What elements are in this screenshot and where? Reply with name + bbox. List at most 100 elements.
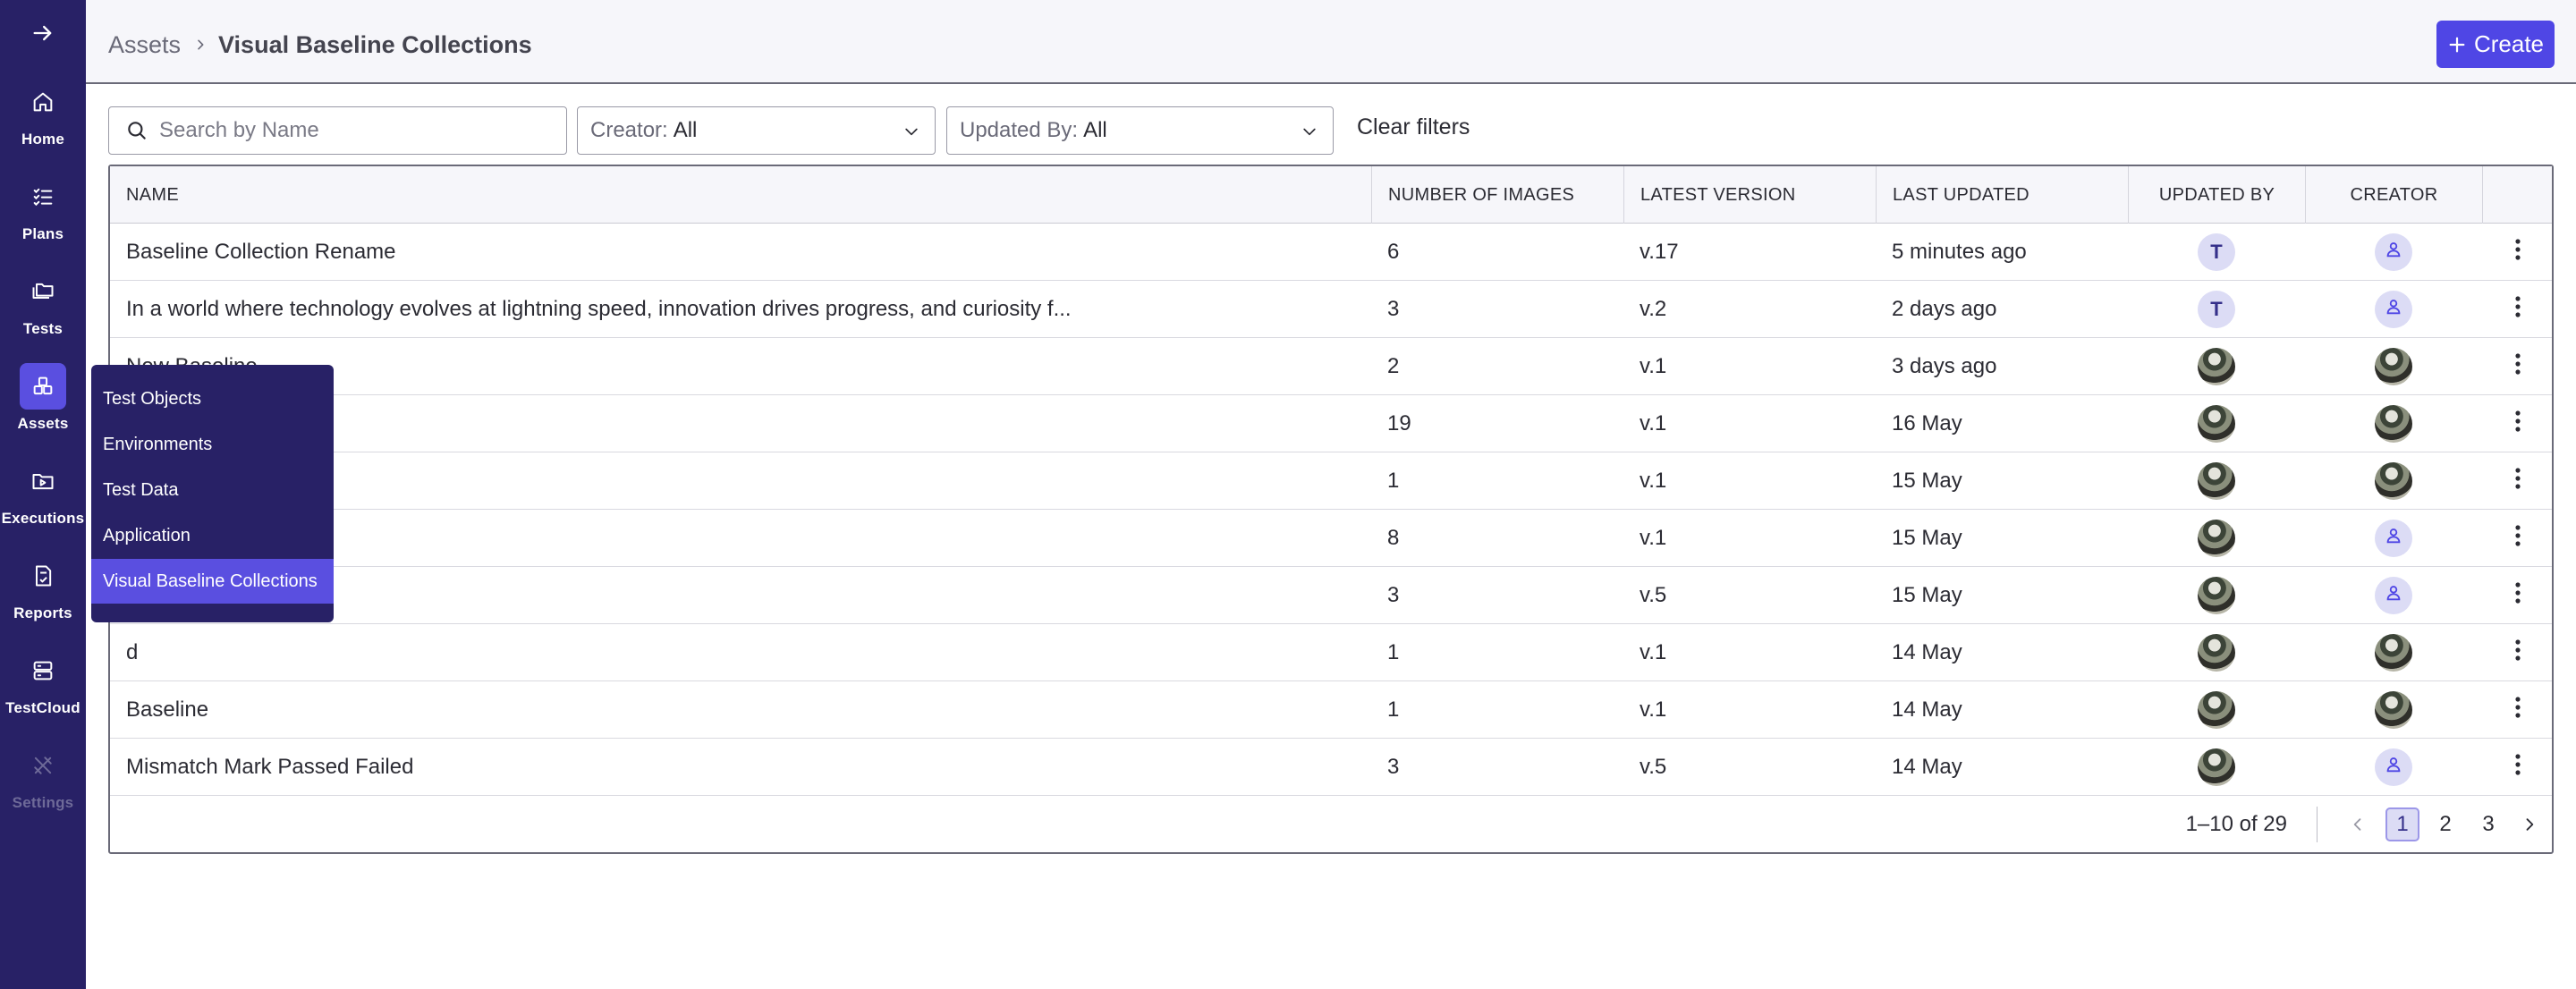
table-row[interactable]: d 1 v.1 14 May bbox=[110, 624, 2552, 681]
photo-avatar bbox=[2198, 691, 2235, 729]
flyout-item-test-data[interactable]: Test Data bbox=[91, 468, 334, 512]
updated-by-filter-label: Updated By: bbox=[960, 118, 1079, 142]
updated-by-filter-dropdown[interactable]: Updated By: All bbox=[946, 106, 1334, 155]
sidebar-item-reports[interactable]: Reports bbox=[0, 553, 86, 642]
cell-images: 2 bbox=[1387, 354, 1400, 378]
cell-actions bbox=[2482, 739, 2554, 796]
sidebar-item-tests[interactable]: Tests bbox=[0, 268, 86, 358]
flyout-item-environments[interactable]: Environments bbox=[91, 422, 334, 467]
sidebar-item-label: Home bbox=[21, 131, 65, 148]
sidebar-item-label: Executions bbox=[1, 510, 85, 527]
column-header-version[interactable]: LATEST VERSION bbox=[1623, 166, 1876, 224]
cell-actions bbox=[2482, 452, 2554, 510]
chevron-right-icon bbox=[2526, 818, 2534, 831]
table-row[interactable]: 19 v.1 16 May bbox=[110, 395, 2552, 452]
cell-images: 8 bbox=[1387, 526, 1400, 550]
breadcrumb-assets-link[interactable]: Assets bbox=[108, 31, 181, 59]
table-row[interactable]: Mismatch Mark Passed Failed 3 v.5 14 May bbox=[110, 739, 2552, 796]
column-header-last-updated[interactable]: LAST UPDATED bbox=[1876, 166, 2128, 224]
more-actions-button[interactable] bbox=[2504, 234, 2531, 270]
cell-actions bbox=[2482, 567, 2554, 624]
tools-icon bbox=[20, 742, 66, 789]
cell-name[interactable]: d bbox=[126, 624, 1360, 681]
column-header-images[interactable]: NUMBER OF IMAGES bbox=[1371, 166, 1623, 224]
search-input[interactable] bbox=[159, 118, 535, 143]
create-button[interactable]: Create bbox=[2436, 21, 2555, 68]
cell-updated-by bbox=[2128, 567, 2305, 624]
creator-filter-value: All bbox=[673, 118, 698, 142]
table-row[interactable]: te new3v.515 May bbox=[110, 567, 2552, 624]
cell-images: 1 bbox=[1387, 640, 1400, 664]
cell-version: v.1 bbox=[1640, 526, 1667, 550]
column-header-name[interactable]: NAME bbox=[110, 166, 1371, 224]
folder-play-icon bbox=[20, 458, 66, 504]
cell-name[interactable]: Mismatch Mark Passed Failed bbox=[126, 739, 1360, 796]
pagination-page-2[interactable]: 2 bbox=[2428, 807, 2462, 841]
pagination-prev-button[interactable] bbox=[2341, 807, 2375, 841]
kebab-icon bbox=[2514, 753, 2521, 782]
search-field bbox=[108, 106, 567, 155]
more-actions-button[interactable] bbox=[2504, 520, 2531, 556]
more-actions-button[interactable] bbox=[2504, 406, 2531, 442]
photo-avatar bbox=[2375, 405, 2412, 443]
table-row[interactable]: In a world where technology evolves at l… bbox=[110, 281, 2552, 338]
column-header-creator[interactable]: CREATOR bbox=[2305, 166, 2482, 224]
cell-actions bbox=[2482, 681, 2554, 739]
cell-version: v.5 bbox=[1640, 583, 1667, 607]
more-actions-button[interactable] bbox=[2504, 463, 2531, 499]
chevron-down-icon bbox=[1303, 128, 1316, 136]
more-actions-button[interactable] bbox=[2504, 349, 2531, 385]
sidebar-item-home[interactable]: Home bbox=[0, 79, 86, 168]
clear-filters-button[interactable]: Clear filters bbox=[1357, 114, 1470, 140]
cell-version: v.1 bbox=[1640, 354, 1667, 378]
table-row[interactable]: Baseline 1 v.1 14 May bbox=[110, 681, 2552, 739]
cell-version: v.1 bbox=[1640, 469, 1667, 493]
more-actions-button[interactable] bbox=[2504, 749, 2531, 785]
table-row[interactable]: eck8v.115 May bbox=[110, 510, 2552, 567]
home-icon bbox=[20, 79, 66, 125]
cell-updated-by bbox=[2128, 452, 2305, 510]
pagination-page-1[interactable]: 1 bbox=[2385, 807, 2419, 841]
page-header: Assets Visual Baseline Collections Creat… bbox=[86, 0, 2576, 84]
table-header: NAME NUMBER OF IMAGES LATEST VERSION LAS… bbox=[110, 166, 2552, 224]
more-actions-button[interactable] bbox=[2504, 635, 2531, 671]
table-row[interactable]: New Baseline2v.13 days ago bbox=[110, 338, 2552, 395]
cell-last-updated: 5 minutes ago bbox=[1892, 240, 2027, 264]
cell-name[interactable]: Baseline Collection Rename bbox=[126, 224, 1360, 281]
table-row[interactable]: Baseline Collection Rename 6 v.17 5 minutes… bbox=[110, 224, 2552, 281]
sidebar-item-executions[interactable]: Executions bbox=[0, 458, 86, 547]
creator-filter-dropdown[interactable]: Creator: All bbox=[577, 106, 936, 155]
flyout-item-application[interactable]: Application bbox=[91, 513, 334, 558]
cell-creator bbox=[2305, 338, 2482, 395]
pagination-next-button[interactable] bbox=[2512, 807, 2546, 841]
cell-name[interactable]: Baseline bbox=[126, 681, 1360, 739]
cell-creator bbox=[2305, 739, 2482, 796]
user-icon bbox=[2384, 297, 2403, 323]
cell-images: 1 bbox=[1387, 469, 1400, 493]
cell-images: 3 bbox=[1387, 297, 1400, 321]
pagination-page-3[interactable]: 3 bbox=[2471, 807, 2505, 841]
sidebar-item-testcloud[interactable]: TestCloud bbox=[0, 647, 86, 737]
flyout-item-visual-baseline-collections[interactable]: Visual Baseline Collections bbox=[91, 559, 334, 604]
sidebar-item-label: TestCloud bbox=[5, 699, 80, 716]
more-actions-button[interactable] bbox=[2504, 692, 2531, 728]
report-icon bbox=[20, 553, 66, 599]
user-avatar bbox=[2375, 520, 2412, 557]
sidebar-expand-button[interactable] bbox=[0, 13, 86, 54]
cell-name[interactable]: In a world where technology evolves at l… bbox=[126, 281, 1360, 338]
sidebar-item-assets[interactable]: Assets bbox=[0, 363, 86, 452]
kebab-icon bbox=[2514, 238, 2521, 267]
table-row[interactable]: 1 v.1 15 May bbox=[110, 452, 2552, 510]
cell-updated-by bbox=[2128, 681, 2305, 739]
sidebar-item-plans[interactable]: Plans bbox=[0, 173, 86, 263]
flyout-item-test-objects[interactable]: Test Objects bbox=[91, 376, 334, 421]
column-header-updated-by[interactable]: UPDATED BY bbox=[2128, 166, 2305, 224]
cell-creator bbox=[2305, 452, 2482, 510]
cell-last-updated: 3 days ago bbox=[1892, 354, 1997, 378]
user-icon bbox=[2384, 583, 2403, 609]
pagination: 1–10 of 29 1 2 3 bbox=[110, 796, 2552, 853]
more-actions-button[interactable] bbox=[2504, 578, 2531, 613]
kebab-icon bbox=[2514, 581, 2521, 611]
cell-last-updated: 15 May bbox=[1892, 583, 1962, 607]
more-actions-button[interactable] bbox=[2504, 292, 2531, 327]
